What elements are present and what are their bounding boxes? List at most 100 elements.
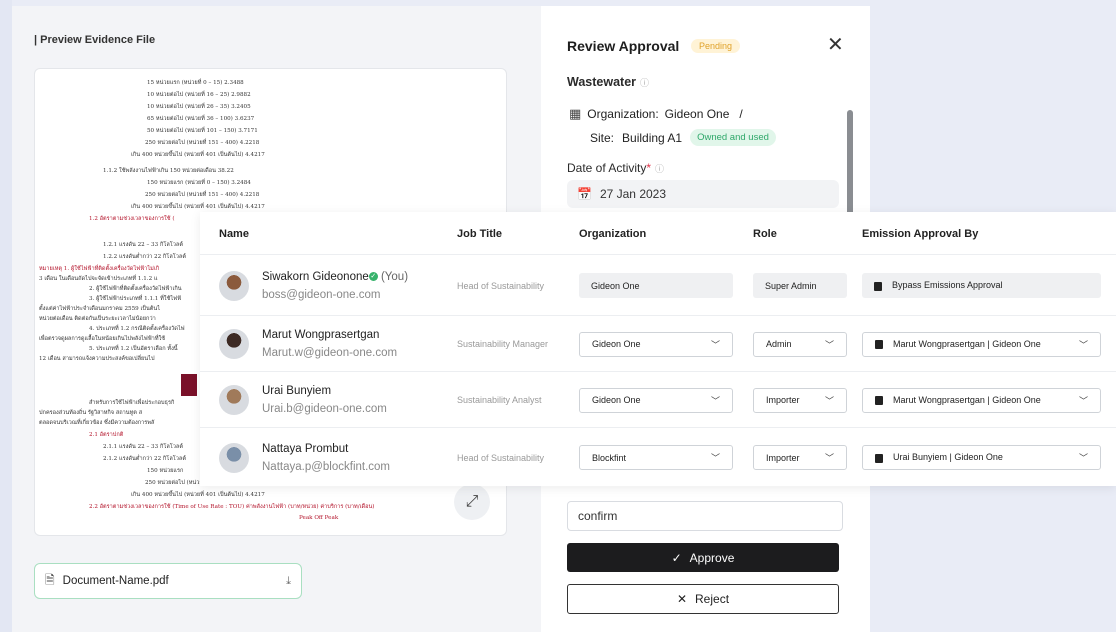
reject-label: Reject: [695, 592, 730, 606]
close-icon: ✕: [676, 592, 688, 606]
approver-icon: [875, 453, 883, 463]
role-select-value: Importer: [766, 452, 800, 463]
preview-title: | Preview Evidence File: [34, 34, 156, 46]
table-row: Siwakorn Gideonone ✓ (You) boss@gideon-one…: [200, 254, 1116, 315]
date-label-text: Date of Activity: [567, 161, 647, 175]
users-table: Name Job Title Organization Role Emissio…: [200, 212, 1116, 486]
date-value: 27 Jan 2023: [599, 187, 667, 201]
table-row: Nattaya Prombut Nattaya.p@blockfint.com He…: [200, 427, 1116, 486]
document-text-line: เพื่อตรวจดูผลการดูแลื้อในหน้อยเกินไปพลัง…: [39, 336, 166, 342]
file-icon: 🗎: [45, 572, 55, 587]
approval-select[interactable]: Urai Bunyiem | Gideon One ﹀: [862, 445, 1101, 470]
document-text-line: 250 หน่วยต่อไป (หน่วยที่ 151 – 400) 4.22…: [145, 140, 260, 146]
document-text-line: หมายเหตุ 1. ผู้ใช้ไฟฟ้าที่ติดตั้งเครื่อง…: [39, 266, 160, 272]
user-name-text: Nattaya Prombut: [262, 442, 349, 455]
user-name-text: Marut Wongprasertgan: [262, 329, 380, 341]
background: [0, 0, 12, 632]
user-email: Urai.b@gideon-one.com: [262, 403, 387, 415]
user-name: Siwakorn Gideonone ✓ (You): [262, 271, 408, 283]
site-label: Site:: [590, 130, 615, 145]
document-text-line: หน่วยต่อเดือน ติดต่อกันเป็นระยะเวลาไม่น้…: [39, 316, 156, 322]
document-text-line: เกิน 400 หน่วยขึ้นไป (หน่วยที่ 401 เป็นต…: [131, 492, 265, 498]
avatar: [219, 442, 249, 473]
user-name: Nattaya Prombut: [262, 443, 348, 455]
expand-icon[interactable]: ⤢: [454, 484, 490, 520]
role-select[interactable]: Importer ﹀: [753, 445, 847, 470]
category-text: Wastewater: [567, 75, 637, 89]
header-organization: Organization: [579, 228, 647, 240]
chevron-down-icon: ﹀: [824, 453, 834, 463]
document-text-line: Peak Off Peak: [299, 515, 339, 521]
chevron-down-icon: ﹀: [710, 339, 720, 350]
reject-button[interactable]: ✕ Reject: [567, 584, 839, 614]
user-name-text: Urai Bunyiem: [262, 385, 332, 397]
role-select-value: Admin: [766, 339, 792, 349]
info-icon[interactable]: ⓘ: [655, 164, 664, 174]
organization-select[interactable]: Gideon One ﹀: [579, 331, 733, 357]
document-text-line: 2.2 อัตราตามช่วงเวลาของการใช้ (Time of U…: [89, 504, 375, 510]
document-text-line: 65 หน่วยต่อไป (หน่วยที่ 36 – 100) 3.6237: [147, 116, 255, 122]
approval-select-value: Marut Wongprasertgan | Gideon One: [875, 395, 1041, 406]
approval-select[interactable]: Marut Wongprasertgan | Gideon One ﹀: [862, 387, 1101, 413]
approval-select-value: Urai Bunyiem | Gideon One: [875, 452, 1003, 463]
approver-icon: [875, 340, 883, 350]
document-text-line: 2.1 อัตราปกติ: [89, 432, 124, 438]
approval-select-value: Marut Wongprasertgan | Gideon One: [875, 339, 1041, 350]
info-icon[interactable]: ⓘ: [640, 78, 649, 88]
user-email: boss@gideon-one.com: [262, 288, 381, 301]
document-text-line: 1.1.2 ใช้พลังงานไฟฟ้าเกิน 150 หน่วยต่อเด…: [103, 168, 234, 174]
document-text-line: 2.1.2 แรงดันต่ำกว่า 22 กิโลโวลต์: [103, 456, 186, 462]
status-badge: Pending: [691, 39, 741, 53]
category-label: Wastewater ⓘ: [567, 75, 649, 89]
close-icon[interactable]: ✕: [827, 35, 844, 55]
confirm-input[interactable]: confirm: [567, 501, 843, 531]
document-text-line: 50 หน่วยต่อไป (หน่วยที่ 101 – 150) 3.717…: [147, 128, 258, 134]
organization-select-value: Gideon One: [592, 339, 641, 349]
file-attachment[interactable]: 🗎 Document-Name.pdf ⤓: [34, 563, 302, 599]
document-text-line: 1.2.1 แรงดัน 22 – 33 กิโลโวลต์: [103, 242, 183, 248]
panel-title: Review Approval: [567, 38, 680, 54]
avatar: [219, 385, 249, 415]
calendar-icon: 📅: [577, 187, 592, 201]
document-text-line: 1.2.2 แรงดันต่ำกว่า 22 กิโลโวลต์: [103, 254, 186, 260]
required-marker: *: [646, 161, 652, 175]
site-value: Building A1: [622, 130, 683, 145]
approval-select[interactable]: Marut Wongprasertgan | Gideon One ﹀: [862, 331, 1101, 357]
table-row: Urai Bunyiem Urai.b@gideon-one.com Sustain…: [200, 371, 1116, 427]
approve-button[interactable]: ✓ Approve: [567, 543, 839, 572]
building-icon: ▦: [569, 106, 582, 121]
chevron-down-icon: ﹀: [1078, 453, 1088, 463]
role-select[interactable]: Importer ﹀: [753, 387, 847, 413]
chevron-down-icon: ﹀: [710, 453, 720, 463]
approval-select-value: Bypass Emissions Approval: [874, 280, 1003, 291]
verified-icon: ✓: [368, 271, 378, 281]
avatar: [219, 329, 249, 359]
header-role: Role: [753, 228, 777, 240]
user-email: Nattaya.p@blockfint.com: [262, 460, 391, 473]
document-text-line: 1.2 อัตราตามช่วงเวลาของการใช้ (: [89, 216, 175, 222]
job-title: Head of Sustainability: [457, 280, 545, 291]
date-field[interactable]: 📅 27 Jan 2023: [567, 180, 839, 208]
site-row: Site: Building A1 Owned and used: [590, 129, 776, 146]
role-select[interactable]: Admin ﹀: [753, 331, 847, 357]
document-text-line: เกิน 400 หน่วยขึ้นไป (หน่วยที่ 401 เป็นต…: [131, 152, 265, 158]
header-name: Name: [219, 228, 249, 240]
ownership-badge: Owned and used: [690, 129, 776, 146]
document-text-line: ปกครองส่วนท้องถิ่น รัฐวิสาหกิจ สถานทูต ส: [39, 410, 143, 416]
document-text-line: 12 เดือน สามารถแจ้งความประสงค์ขอเปลี่ยนไ…: [39, 356, 155, 362]
document-text-line: สำหรับการใช้ไฟฟ้าเพื่อประกอบธุรกิ: [89, 400, 175, 406]
scrollbar[interactable]: [847, 110, 853, 220]
chevron-down-icon: ﹀: [1078, 395, 1088, 406]
org-separator: /: [739, 107, 743, 121]
download-icon[interactable]: ⤓: [286, 575, 291, 588]
org-label: Organization:: [587, 107, 659, 121]
table-row: Marut Wongprasertgan Marut.w@gideon-one.c…: [200, 315, 1116, 371]
approver-icon: [874, 281, 882, 291]
you-label: (You): [377, 270, 409, 283]
document-text-line: 10 หน่วยต่อไป (หน่วยที่ 26 – 35) 3.2405: [147, 104, 251, 110]
organization-select[interactable]: Gideon One ﹀: [579, 387, 733, 413]
header-approval: Emission Approval By: [862, 228, 979, 240]
organization-select[interactable]: Blockfint ﹀: [579, 445, 733, 470]
organization-select-value: Gideon One: [591, 280, 640, 291]
user-name: Urai Bunyiem: [262, 385, 331, 397]
